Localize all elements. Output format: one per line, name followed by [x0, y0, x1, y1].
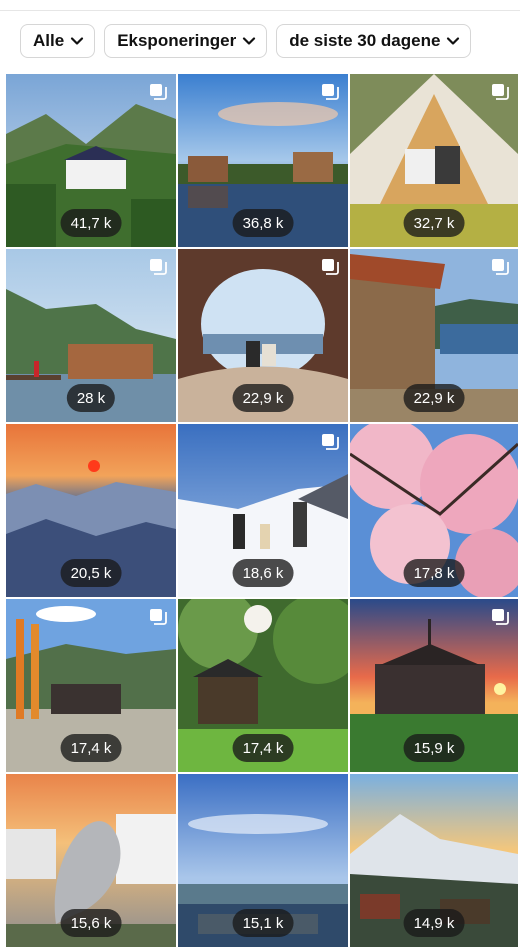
post-tile[interactable]: 32,7 k — [350, 74, 518, 247]
carousel-multi-icon — [491, 83, 509, 101]
top-divider — [0, 10, 520, 11]
impressions-badge: 36,8 k — [232, 209, 294, 237]
post-tile[interactable]: 17,4 k — [178, 599, 348, 772]
carousel-multi-icon — [321, 83, 339, 101]
carousel-multi-icon — [321, 433, 339, 451]
filter-period-dropdown[interactable]: de siste 30 dagene — [276, 24, 472, 58]
post-tile[interactable]: 17,4 k — [6, 599, 176, 772]
impressions-badge: 17,8 k — [403, 559, 465, 587]
impressions-badge: 41,7 k — [60, 209, 122, 237]
post-tile[interactable]: 14,9 k — [350, 774, 518, 947]
impressions-badge: 20,5 k — [60, 559, 122, 587]
carousel-multi-icon — [149, 83, 167, 101]
post-tile[interactable]: 18,6 k — [178, 424, 348, 597]
post-tile[interactable]: 15,1 k — [178, 774, 348, 947]
impressions-badge: 22,9 k — [403, 384, 465, 412]
impressions-badge: 17,4 k — [232, 734, 294, 762]
carousel-multi-icon — [491, 258, 509, 276]
filter-type-label: Alle — [33, 31, 65, 50]
filter-metric-dropdown[interactable]: Eksponeringer — [104, 24, 268, 58]
post-tile[interactable]: 15,6 k — [6, 774, 176, 947]
filter-metric-label: Eksponeringer — [117, 31, 237, 50]
impressions-badge: 14,9 k — [403, 909, 465, 937]
carousel-multi-icon — [491, 608, 509, 626]
post-tile[interactable]: 22,9 k — [178, 249, 348, 422]
impressions-badge: 32,7 k — [403, 209, 465, 237]
post-tile[interactable]: 15,9 k — [350, 599, 518, 772]
impressions-badge: 22,9 k — [232, 384, 294, 412]
post-tile[interactable]: 36,8 k — [178, 74, 348, 247]
impressions-badge: 18,6 k — [232, 559, 294, 587]
post-tile[interactable]: 22,9 k — [350, 249, 518, 422]
post-tile[interactable]: 41,7 k — [6, 74, 176, 247]
post-tile[interactable]: 20,5 k — [6, 424, 176, 597]
impressions-badge: 17,4 k — [60, 734, 122, 762]
carousel-multi-icon — [149, 258, 167, 276]
carousel-multi-icon — [149, 608, 167, 626]
filter-period-label: de siste 30 dagene — [289, 31, 441, 50]
chevron-down-icon — [242, 34, 256, 48]
impressions-badge: 15,1 k — [232, 909, 294, 937]
filter-bar: Alle Eksponeringer de siste 30 dagene — [20, 24, 472, 58]
impressions-badge: 28 k — [66, 384, 116, 412]
chevron-down-icon — [70, 34, 84, 48]
post-grid: 41,7 k 36,8 k 32,7 k 28 k 22,9 k 22,9 k … — [6, 74, 518, 947]
impressions-badge: 15,9 k — [403, 734, 465, 762]
carousel-multi-icon — [321, 258, 339, 276]
chevron-down-icon — [446, 34, 460, 48]
post-tile[interactable]: 28 k — [6, 249, 176, 422]
filter-type-dropdown[interactable]: Alle — [20, 24, 96, 58]
post-tile[interactable]: 17,8 k — [350, 424, 518, 597]
impressions-badge: 15,6 k — [60, 909, 122, 937]
